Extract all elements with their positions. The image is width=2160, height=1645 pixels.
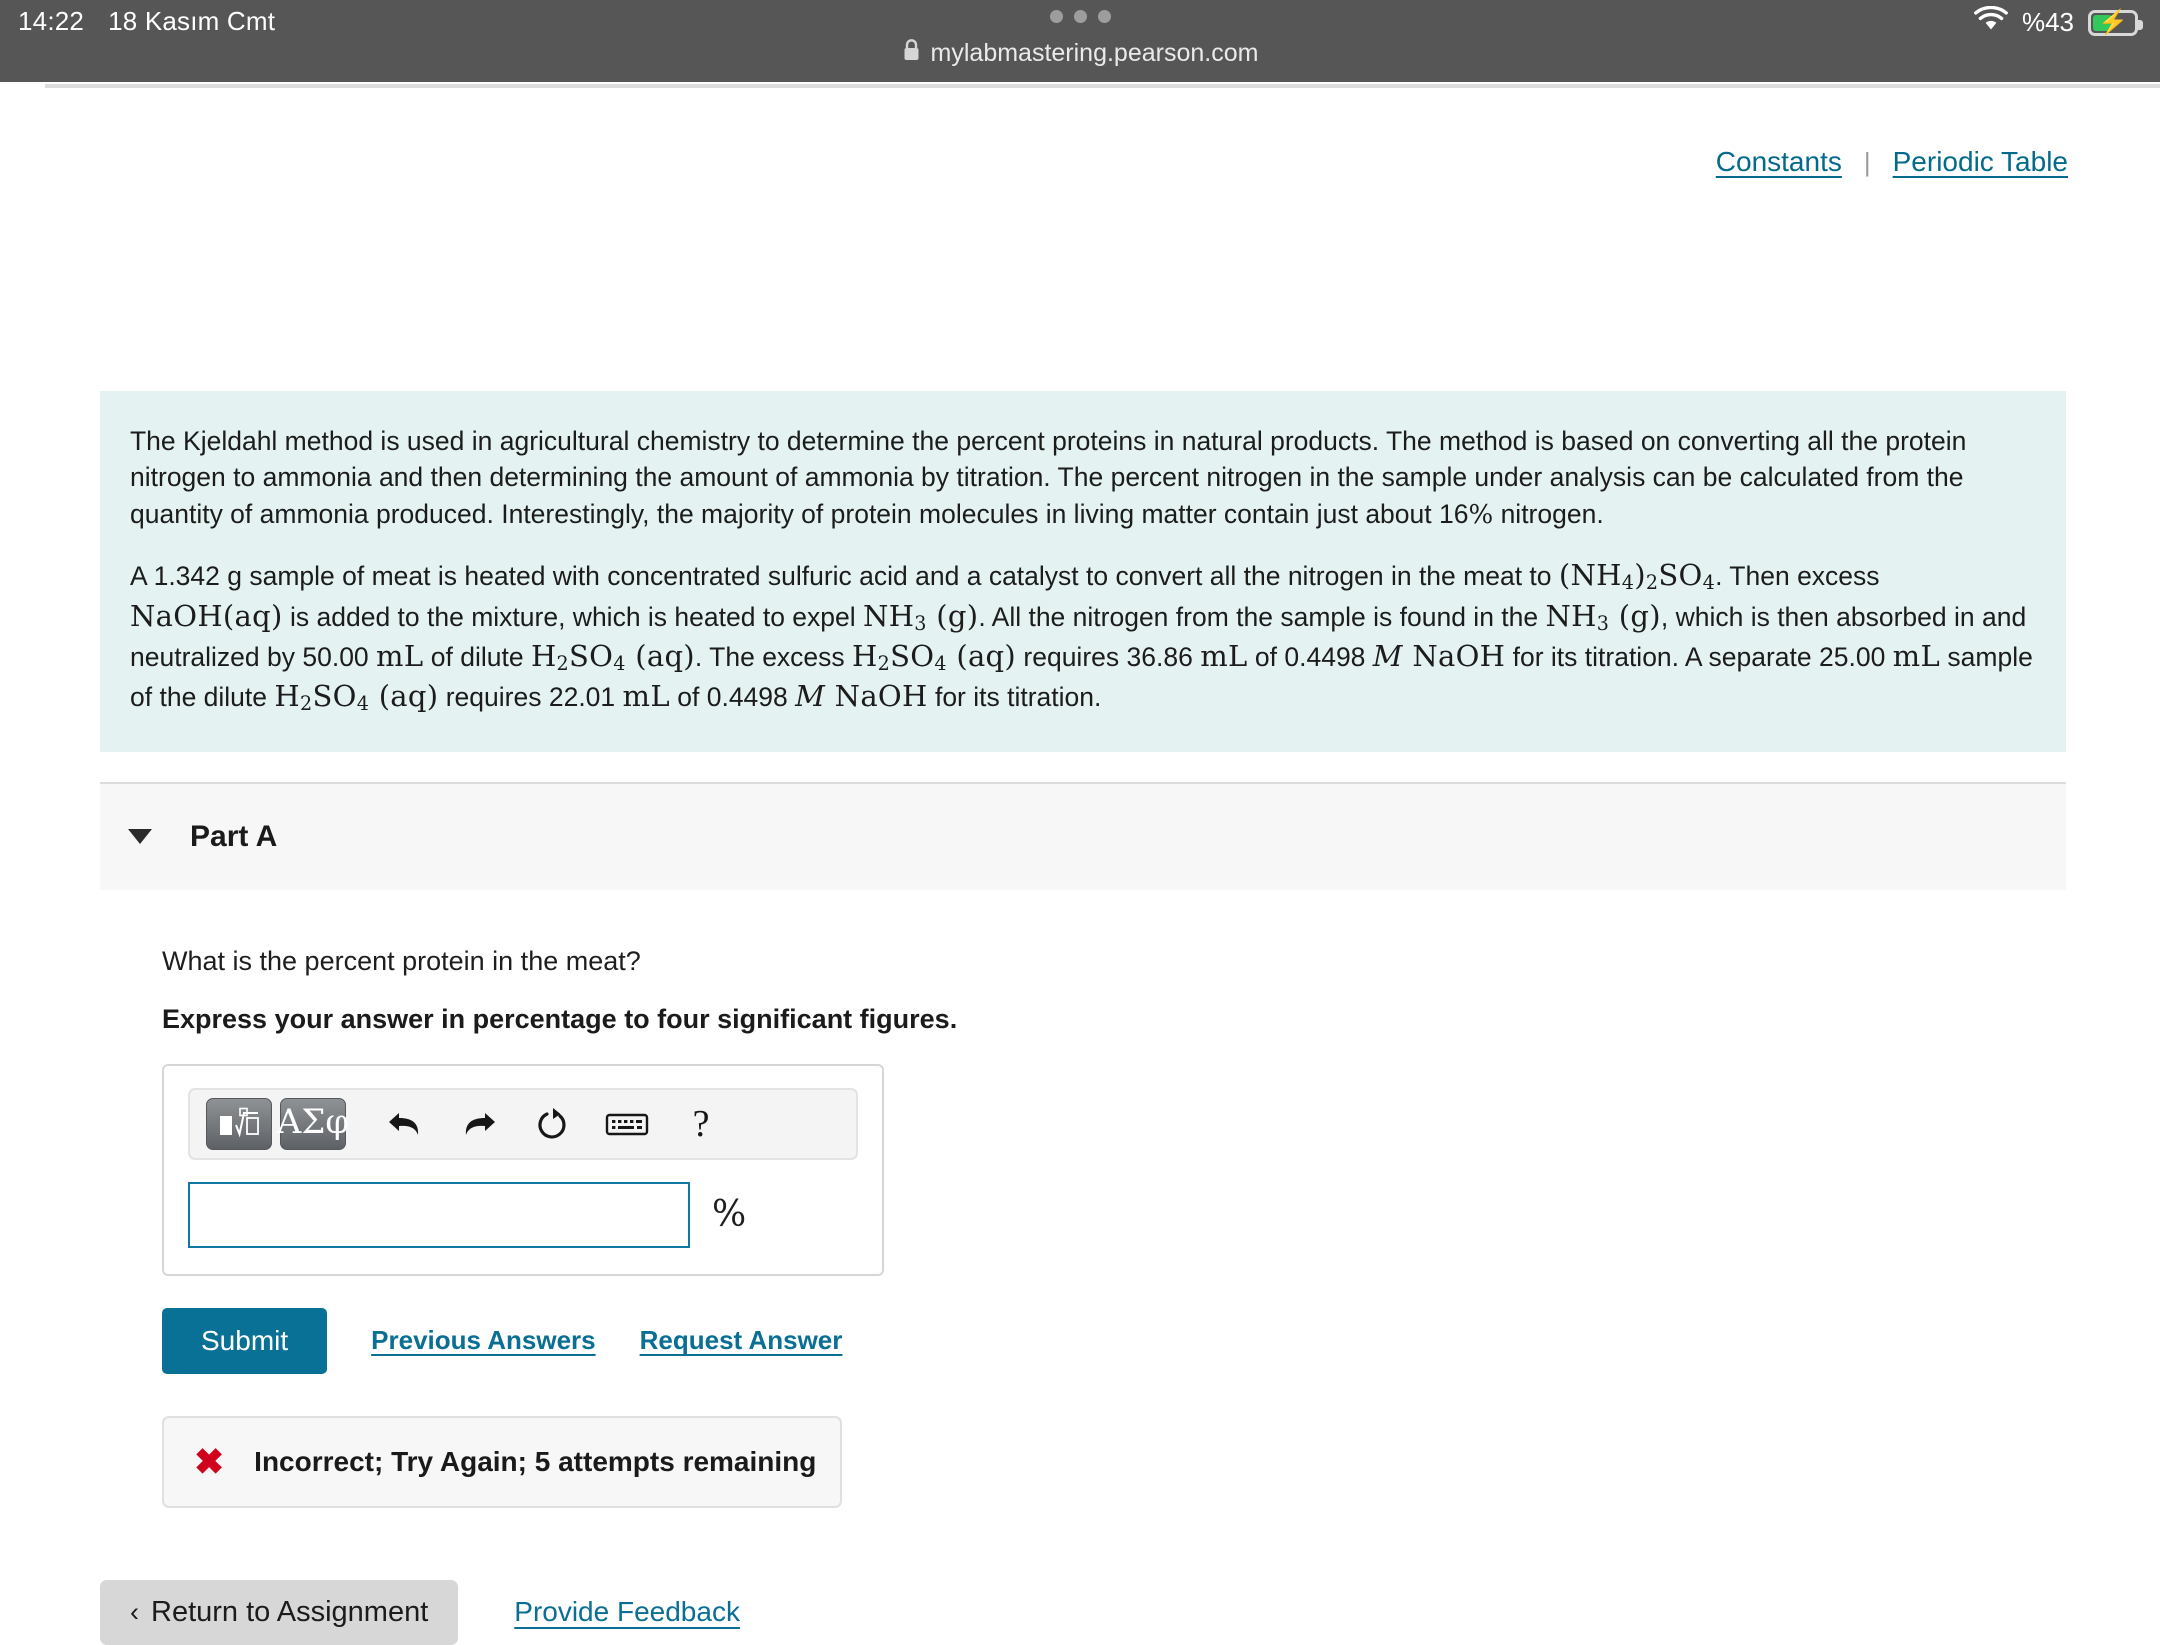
tab-dot — [1073, 10, 1087, 23]
unit-ml-1: mL — [376, 639, 424, 674]
lock-icon — [902, 38, 921, 69]
template-math-icon[interactable] — [206, 1097, 272, 1150]
provide-feedback-link[interactable]: Provide Feedback — [514, 1596, 740, 1628]
links-separator: | — [1863, 146, 1871, 177]
constants-link[interactable]: Constants — [1716, 146, 1842, 178]
math-toolbar: ΑΣφ ? — [188, 1087, 858, 1160]
problem-paragraph-1: The Kjeldahl method is used in agricultu… — [130, 423, 2036, 533]
p2-seg-6: of dilute — [423, 642, 531, 673]
answer-entry-widget: ΑΣφ ? % — [162, 1063, 884, 1276]
formula-h2so4-aq-1: H2SO4 (aq) — [530, 639, 695, 676]
page-top-seam — [0, 82, 2160, 91]
unit-ml-4: mL — [622, 679, 670, 714]
molarity-naoh-1: M NaOH — [1372, 639, 1506, 674]
feedback-banner: ✖ Incorrect; Try Again; 5 attempts remai… — [162, 1415, 842, 1508]
tab-dot — [1097, 10, 1111, 23]
formula-ammonium-sulfate: (NH4)2SO4 — [1558, 558, 1716, 595]
help-button[interactable]: ? — [668, 1096, 734, 1152]
previous-answers-link[interactable]: Previous Answers — [371, 1325, 595, 1356]
formula-h2so4-aq-2: H2SO4 (aq) — [852, 639, 1017, 676]
p2-seg-12: requires 22.01 — [438, 682, 623, 713]
answer-unit-label: % — [712, 1194, 747, 1236]
tab-overview-dots[interactable] — [0, 10, 2160, 23]
reset-circular-arrow-icon[interactable] — [520, 1096, 586, 1152]
answer-input-row: % — [188, 1181, 858, 1248]
problem-statement-panel: The Kjeldahl method is used in agricultu… — [100, 391, 2066, 752]
p2-seg-13: of 0.4498 — [669, 682, 796, 713]
p1-percent-symbol: % — [1468, 499, 1494, 530]
problem-paragraph-2: A 1.342 g sample of meat is heated with … — [130, 556, 2036, 718]
p2-seg-14: for its titration. — [927, 682, 1102, 713]
undo-arrow-icon[interactable] — [372, 1096, 438, 1152]
p1-text-a: The Kjeldahl method is used in agricultu… — [130, 426, 1967, 529]
p2-seg-7: . The excess — [694, 642, 853, 673]
resource-links: Constants | Periodic Table — [1716, 146, 2068, 178]
formula-nh3-g-2: NH3 (g) — [1545, 598, 1661, 635]
greek-symbols-button[interactable]: ΑΣφ — [277, 1097, 349, 1150]
p2-seg-10: for its titration. A separate 25.00 — [1505, 642, 1893, 673]
formula-nh3-g: NH3 (g) — [863, 598, 979, 635]
x-mark-icon: ✖ — [194, 1440, 225, 1482]
request-answer-link[interactable]: Request Answer — [640, 1325, 843, 1356]
chevron-left-icon: ‹ — [130, 1596, 139, 1627]
formula-h2so4-aq-3: H2SO4 (aq) — [274, 679, 439, 716]
status-badge: Incorrect; Try Again; 5 attempts remaini… — [254, 1445, 817, 1477]
unit-ml-2: mL — [1200, 639, 1248, 674]
molarity-naoh-2: M NaOH — [795, 679, 928, 714]
p2-seg-2: . Then excess — [1715, 561, 1880, 592]
p1-text-b: nitrogen. — [1493, 498, 1604, 529]
answer-instruction: Express your answer in percentage to fou… — [162, 1003, 958, 1034]
redo-arrow-icon[interactable] — [446, 1096, 512, 1152]
p2-seg-3: is added to the mixture, which is heated… — [282, 601, 864, 632]
browser-chrome: 14:22 18 Kasım Cmt %43 ⚡ mylabmastering.… — [0, 0, 2160, 82]
page-footer-actions: ‹ Return to Assignment Provide Feedback — [100, 1579, 2066, 1645]
part-a-body: What is the percent protein in the meat?… — [100, 890, 2066, 1645]
url-text: mylabmastering.pearson.com — [930, 39, 1259, 67]
page-title: Part A — [190, 819, 278, 853]
p2-seg-4: . All the nitrogen from the sample is fo… — [978, 601, 1546, 632]
tab-dot — [1049, 10, 1063, 23]
address-bar[interactable]: mylabmastering.pearson.com — [0, 38, 2160, 69]
return-to-assignment-button[interactable]: ‹ Return to Assignment — [100, 1579, 459, 1645]
keyboard-icon[interactable] — [594, 1096, 660, 1152]
p2-seg-9: of 0.4498 — [1247, 642, 1373, 673]
submit-button[interactable]: Submit — [162, 1307, 328, 1374]
p2-seg-8: requires 36.86 — [1016, 642, 1201, 673]
return-to-assignment-label: Return to Assignment — [151, 1595, 429, 1628]
assignment-content: The Kjeldahl method is used in agricultu… — [100, 391, 2066, 1645]
p2-seg-1: A 1.342 g sample of meat is heated with … — [130, 561, 1559, 592]
answer-actions: Submit Previous Answers Request Answer — [162, 1307, 2066, 1374]
periodic-table-link[interactable]: Periodic Table — [1893, 146, 2068, 178]
answer-input[interactable] — [188, 1181, 690, 1248]
unit-ml-3: mL — [1892, 639, 1941, 674]
formula-naoh-aq: NaOH(aq) — [130, 598, 283, 633]
caret-down-icon[interactable] — [128, 829, 152, 845]
question-text: What is the percent protein in the meat? — [162, 945, 641, 976]
part-a-header[interactable]: Part A — [100, 781, 2066, 890]
